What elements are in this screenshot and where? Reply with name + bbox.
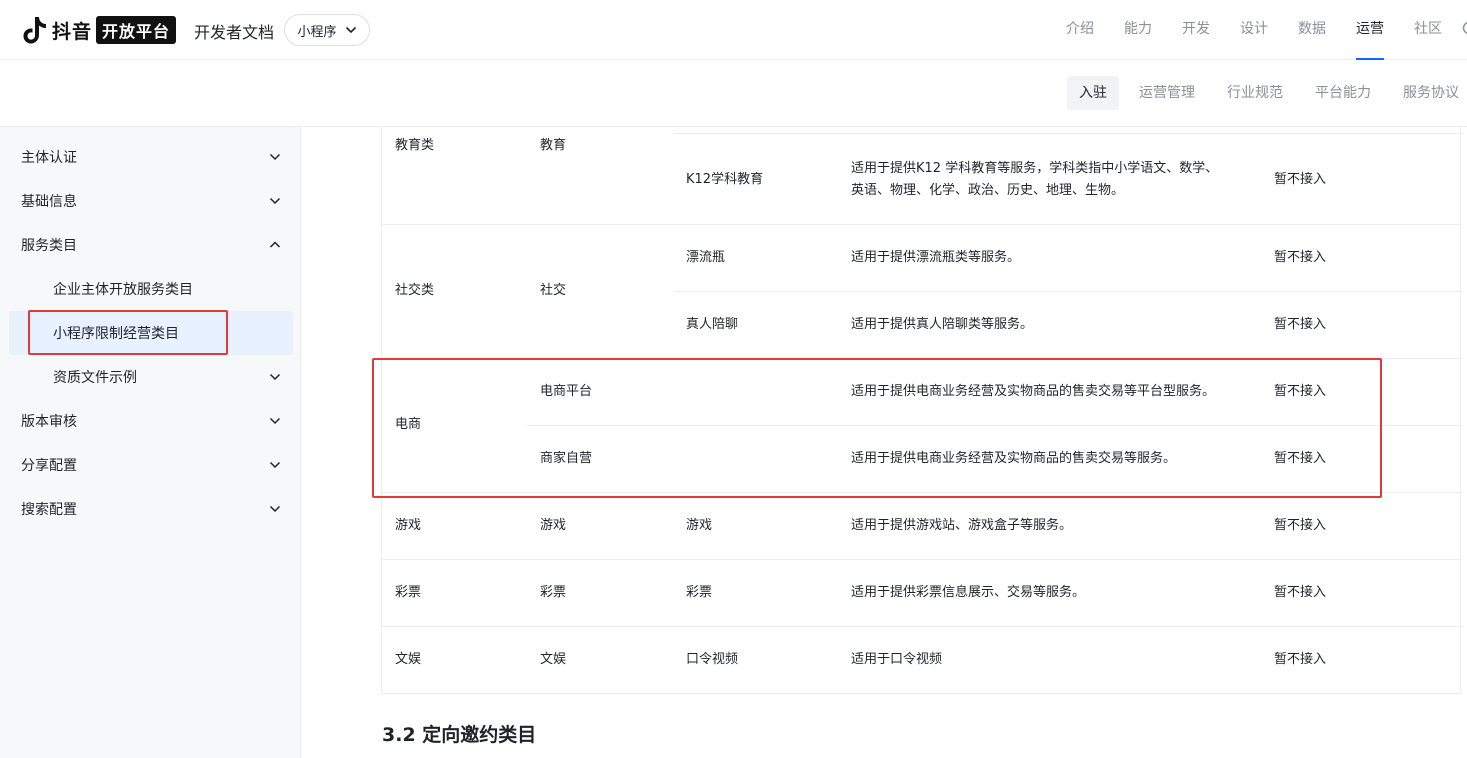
chevron-down-icon (269, 459, 281, 471)
row-divider (382, 358, 1462, 359)
subnav-service-agreement[interactable]: 服务协议 (1391, 76, 1467, 110)
chevron-down-icon (345, 23, 357, 38)
sidebar-item-label: 资质文件示例 (53, 370, 137, 386)
table-cell-item: 漂流瓶 (686, 250, 726, 265)
table-cell-item: 彩票 (686, 585, 713, 600)
table-cell-description: 适用于提供彩票信息展示、交易等服务。 (851, 585, 1086, 600)
sidebar: 主体认证 基础信息 服务类目 企业主体开放服务类目 小程序限制经营类目 资质文件… (0, 127, 301, 758)
table-cell-status: 暂不接入 (1274, 250, 1327, 265)
table-cell-status: 暂不接入 (1274, 384, 1327, 399)
chevron-up-icon (269, 239, 281, 251)
table-cell-status: 暂不接入 (1274, 317, 1327, 332)
row-divider (382, 492, 1462, 493)
product-selector[interactable]: 小程序 (284, 14, 370, 46)
table-cell-status: 暂不接入 (1274, 585, 1327, 600)
nav-community[interactable]: 社区 (1399, 0, 1457, 60)
sidebar-item-label: 基础信息 (21, 194, 77, 210)
subnav-operations-management[interactable]: 运营管理 (1127, 76, 1207, 110)
doc-title[interactable]: 开发者文档 (194, 19, 274, 43)
sidebar-item-label: 分享配置 (21, 458, 77, 474)
top-header: 抖音 开放平台 开发者文档 小程序 介绍 能力 开发 设计 数据 运营 社区 (0, 0, 1467, 60)
table-cell-category: 彩票 (395, 585, 422, 600)
sidebar-item-label: 主体认证 (21, 150, 77, 166)
table-cell-status: 暂不接入 (1274, 172, 1327, 187)
table-cell-category: 教育类 (395, 138, 435, 153)
row-divider (674, 291, 1462, 292)
sidebar-item-basic-info[interactable]: 基础信息 (0, 179, 301, 223)
chevron-down-icon (269, 195, 281, 207)
search-icon[interactable] (1457, 0, 1467, 60)
sidebar-item-search-config[interactable]: 搜索配置 (0, 487, 301, 531)
sidebar-item-enterprise-open-categories[interactable]: 企业主体开放服务类目 (0, 267, 301, 311)
subnav-onboarding[interactable]: 入驻 (1067, 76, 1119, 110)
sidebar-item-label: 企业主体开放服务类目 (53, 282, 193, 298)
table-cell-description: 适用于提供电商业务经营及实物商品的售卖交易等服务。 (851, 451, 1177, 466)
table-cell-subcategory: 教育 (540, 138, 567, 153)
chevron-down-icon (269, 415, 281, 427)
table-cell-subcategory: 电商平台 (540, 384, 593, 399)
nav-data[interactable]: 数据 (1283, 0, 1341, 60)
table-cell-item: 真人陪聊 (686, 317, 739, 332)
nav-develop[interactable]: 开发 (1167, 0, 1225, 60)
category-table: 教育类 教育 K12学科教育 适用于提供K12 学科教育等服务，学科类指中小学语… (381, 127, 1462, 694)
sidebar-item-entity-verification[interactable]: 主体认证 (0, 135, 301, 179)
logo[interactable]: 抖音 开放平台 (22, 14, 177, 46)
sidebar-item-label: 版本审核 (21, 414, 77, 430)
douyin-logo-icon (22, 15, 48, 45)
table-cell-category: 游戏 (395, 518, 422, 533)
table-cell-subcategory: 彩票 (540, 585, 567, 600)
sub-header: 入驻 运营管理 行业规范 平台能力 服务协议 (0, 60, 1467, 127)
row-divider (527, 425, 1462, 426)
table-cell-subcategory: 游戏 (540, 518, 567, 533)
sidebar-item-qualification-examples[interactable]: 资质文件示例 (0, 355, 301, 399)
table-cell-category: 电商 (395, 417, 422, 432)
nav-design[interactable]: 设计 (1225, 0, 1283, 60)
row-divider (382, 224, 1462, 225)
row-divider (382, 559, 1462, 560)
chevron-down-icon (269, 151, 281, 163)
table-cell-description: 适用于口令视频 (851, 652, 943, 667)
sidebar-item-share-config[interactable]: 分享配置 (0, 443, 301, 487)
nav-intro[interactable]: 介绍 (1051, 0, 1109, 60)
table-cell-description: 适用于提供漂流瓶类等服务。 (851, 250, 1021, 265)
table-cell-description: 适用于提供真人陪聊类等服务。 (851, 317, 1034, 332)
subnav-platform-capabilities[interactable]: 平台能力 (1303, 76, 1383, 110)
sidebar-item-version-review[interactable]: 版本审核 (0, 399, 301, 443)
table-cell-status: 暂不接入 (1274, 518, 1327, 533)
row-divider (674, 133, 1462, 134)
logo-text: 抖音 (52, 20, 93, 43)
table-cell-description: 适用于提供K12 学科教育等服务，学科类指中小学语文、数学、 (851, 161, 1219, 176)
table-cell-subcategory: 社交 (540, 283, 567, 298)
table-cell-item: 游戏 (686, 518, 713, 533)
main-content: 教育类 教育 K12学科教育 适用于提供K12 学科教育等服务，学科类指中小学语… (301, 127, 1467, 758)
table-cell-subcategory: 商家自营 (540, 451, 593, 466)
table-cell-description: 适用于提供电商业务经营及实物商品的售卖交易等平台型服务。 (851, 384, 1216, 399)
sidebar-item-service-category[interactable]: 服务类目 (0, 223, 301, 267)
logo-badge: 开放平台 (96, 16, 177, 44)
nav-capability[interactable]: 能力 (1109, 0, 1167, 60)
selector-value: 小程序 (297, 24, 337, 40)
subnav-industry-rules[interactable]: 行业规范 (1215, 76, 1295, 110)
table-cell-category: 社交类 (395, 283, 435, 298)
sidebar-item-label: 小程序限制经营类目 (53, 326, 179, 342)
table-cell-status: 暂不接入 (1274, 451, 1327, 466)
table-cell-item: K12学科教育 (686, 172, 764, 187)
section-heading: 3.2 定向邀约类目 (382, 724, 537, 746)
table-cell-item: 口令视频 (686, 652, 739, 667)
nav-operations[interactable]: 运营 (1341, 0, 1399, 60)
table-cell-subcategory: 文娱 (540, 652, 567, 667)
chevron-down-icon (269, 503, 281, 515)
table-cell-description: 适用于提供游戏站、游戏盒子等服务。 (851, 518, 1073, 533)
chevron-down-icon (269, 371, 281, 383)
table-cell-status: 暂不接入 (1274, 652, 1327, 667)
sidebar-item-label: 服务类目 (21, 238, 77, 254)
table-cell-category: 文娱 (395, 652, 422, 667)
sidebar-item-restricted-categories[interactable]: 小程序限制经营类目 (0, 311, 301, 355)
top-nav: 介绍 能力 开发 设计 数据 运营 社区 (1051, 0, 1467, 60)
row-divider (382, 626, 1462, 627)
sub-nav: 入驻 运营管理 行业规范 平台能力 服务协议 (1059, 76, 1467, 110)
sidebar-item-label: 搜索配置 (21, 502, 77, 518)
table-cell-description: 英语、物理、化学、政治、历史、地理、生物。 (851, 183, 1125, 198)
